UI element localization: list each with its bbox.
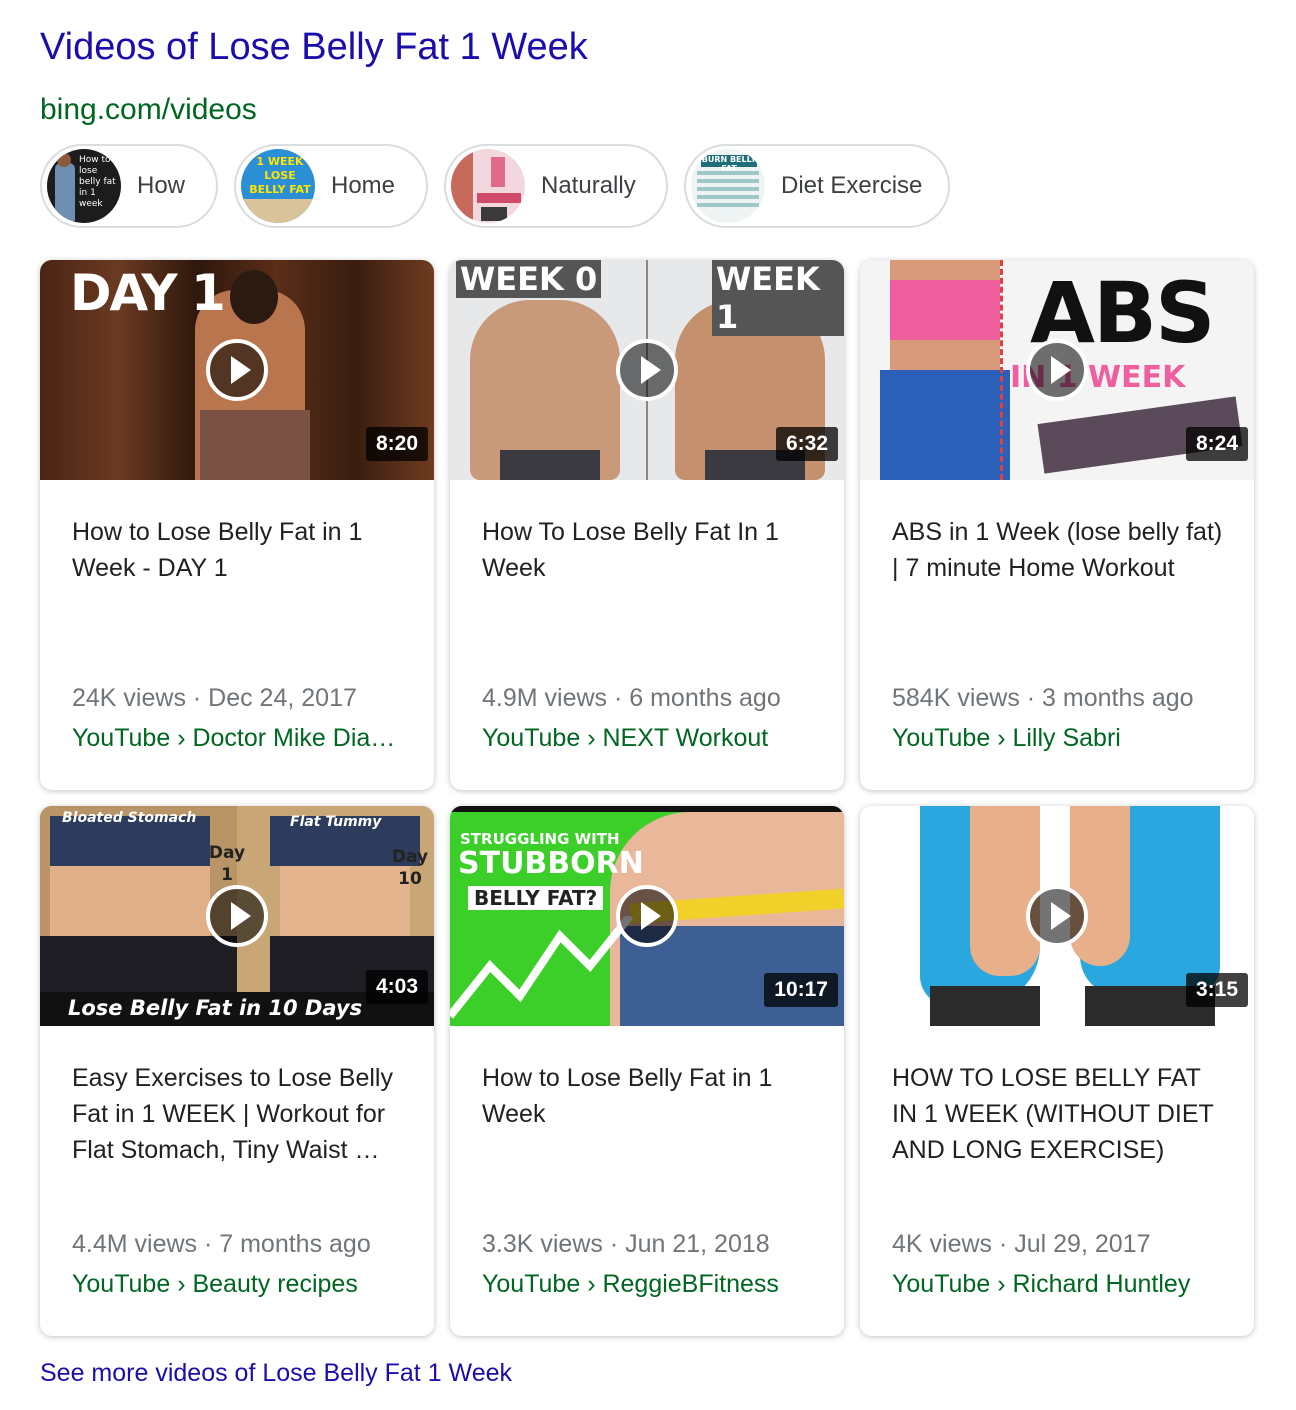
video-card[interactable]: STRUGGLING WITH STUBBORN BELLY FAT? 10:1… (450, 806, 844, 1336)
play-icon[interactable] (1026, 885, 1088, 947)
video-meta: 3.3K views · Jun 21, 2018 (482, 1230, 770, 1258)
video-thumbnail[interactable]: STRUGGLING WITH STUBBORN BELLY FAT? 10:1… (450, 806, 844, 1026)
see-more-videos-link[interactable]: See more videos of Lose Belly Fat 1 Week (40, 1359, 512, 1388)
video-source: YouTube › Lilly Sabri (892, 724, 1121, 752)
chip-thumbnail-text: BURN BELLY FAT (701, 155, 757, 173)
video-card[interactable]: 3:15 HOW TO LOSE BELLY FAT IN 1 WEEK (WI… (860, 806, 1254, 1336)
chip-label: Home (331, 172, 396, 199)
chip-home[interactable]: 1 WEEK LOSE BELLY FAT Home (234, 144, 428, 228)
thumbnail-overlay-text: Day 10 (391, 847, 429, 889)
chip-thumbnail: How to lose belly fat in 1 week (47, 149, 121, 223)
video-source: YouTube › Beauty recipes (72, 1270, 358, 1298)
chip-naturally[interactable]: Naturally (444, 144, 668, 228)
video-meta: 584K views · 3 months ago (892, 684, 1194, 712)
duration-badge: 4:03 (365, 970, 428, 1004)
trend-arrow-icon (450, 916, 634, 1019)
video-thumbnail[interactable]: ABS IN 1 WEEK 8:24 (860, 260, 1254, 480)
chip-label: Naturally (541, 172, 636, 199)
video-title[interactable]: ABS in 1 Week (lose belly fat) | 7 minut… (892, 514, 1232, 586)
video-meta: 4.4M views · 7 months ago (72, 1230, 371, 1258)
results-title-link[interactable]: Videos of Lose Belly Fat 1 Week (40, 26, 588, 69)
thumbnail-overlay-text: BELLY FAT? (468, 886, 604, 910)
chip-how[interactable]: How to lose belly fat in 1 week How (40, 144, 218, 228)
video-thumbnail[interactable]: WEEK 0 WEEK 1 6:32 (450, 260, 844, 480)
video-source: YouTube › ReggieBFitness (482, 1270, 779, 1298)
play-icon[interactable] (1026, 339, 1088, 401)
video-meta: 4.9M views · 6 months ago (482, 684, 781, 712)
chip-label: How (137, 172, 186, 199)
video-source: YouTube › NEXT Workout (482, 724, 769, 752)
play-icon[interactable] (616, 885, 678, 947)
video-source: YouTube › Doctor Mike Dia… (72, 724, 396, 752)
video-card[interactable]: Bloated Stomach Flat Tummy Day 1 Day 10 … (40, 806, 434, 1336)
thumbnail-overlay-text: WEEK 0 (456, 260, 602, 298)
chip-label: Diet Exercise (781, 172, 923, 199)
video-title[interactable]: How To Lose Belly Fat In 1 Week (482, 514, 822, 586)
thumbnail-overlay-text: DAY 1 (70, 264, 226, 322)
chip-thumbnail: BURN BELLY FAT (691, 149, 765, 223)
video-source: YouTube › Richard Huntley (892, 1270, 1191, 1298)
video-thumbnail[interactable]: DAY 1 8:20 (40, 260, 434, 480)
play-icon[interactable] (206, 885, 268, 947)
chip-thumbnail: 1 WEEK LOSE BELLY FAT (241, 149, 315, 223)
video-thumbnail[interactable]: Bloated Stomach Flat Tummy Day 1 Day 10 … (40, 806, 434, 1026)
thumbnail-overlay-text: Day 1 (208, 843, 246, 885)
source-url: bing.com/videos (40, 93, 257, 126)
video-title[interactable]: How to Lose Belly Fat in 1 Week - DAY 1 (72, 514, 412, 586)
duration-badge: 8:24 (1185, 427, 1248, 461)
duration-badge: 8:20 (365, 427, 428, 461)
chip-thumbnail-text: How to lose belly fat in 1 week (79, 155, 116, 209)
video-meta: 24K views · Dec 24, 2017 (72, 684, 357, 712)
thumbnail-overlay-text: Bloated Stomach (62, 810, 197, 826)
chip-thumbnail-text: 1 WEEK LOSE BELLY FAT (249, 155, 311, 196)
thumbnail-overlay-text: Flat Tummy (290, 814, 382, 830)
duration-badge: 6:32 (775, 427, 838, 461)
duration-badge: 3:15 (1185, 973, 1248, 1007)
thumbnail-overlay-text: WEEK 1 (712, 260, 844, 336)
video-title[interactable]: How to Lose Belly Fat in 1 Week (482, 1060, 822, 1132)
play-icon[interactable] (616, 339, 678, 401)
chip-thumbnail (451, 149, 525, 223)
duration-badge: 10:17 (764, 973, 838, 1007)
video-thumbnail[interactable]: 3:15 (860, 806, 1254, 1026)
video-meta: 4K views · Jul 29, 2017 (892, 1230, 1151, 1258)
thumbnail-overlay-text: STUBBORN (458, 846, 644, 881)
video-card[interactable]: WEEK 0 WEEK 1 6:32 How To Lose Belly Fat… (450, 260, 844, 790)
video-card[interactable]: DAY 1 8:20 How to Lose Belly Fat in 1 We… (40, 260, 434, 790)
video-title[interactable]: Easy Exercises to Lose Belly Fat in 1 WE… (72, 1060, 412, 1168)
video-card[interactable]: ABS IN 1 WEEK 8:24 ABS in 1 Week (lose b… (860, 260, 1254, 790)
chip-diet-exercise[interactable]: BURN BELLY FAT Diet Exercise (684, 144, 950, 228)
play-icon[interactable] (206, 339, 268, 401)
video-title[interactable]: HOW TO LOSE BELLY FAT IN 1 WEEK (WITHOUT… (892, 1060, 1232, 1168)
